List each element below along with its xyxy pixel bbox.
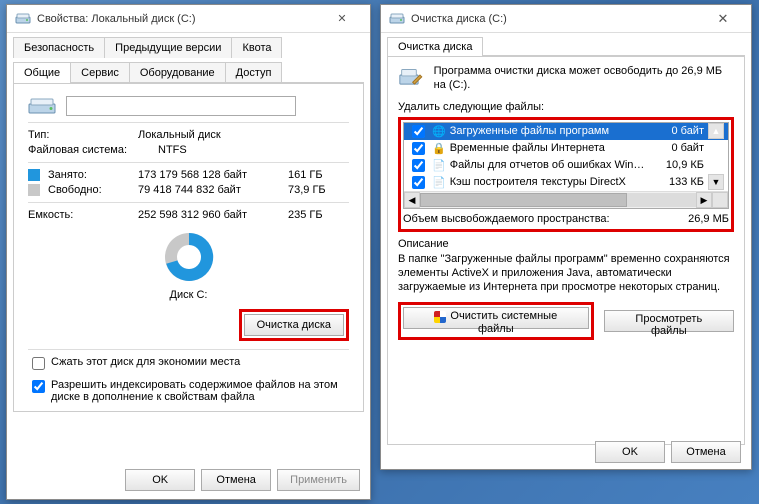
titlebar: Очистка диска (C:) ✕ [381, 5, 751, 33]
dialog-buttons: OK Отмена Применить [125, 469, 360, 491]
file-item-downloaded[interactable]: 🌐Загруженные файлы программ 0 байт ▲ [404, 123, 728, 140]
shield-icon [434, 311, 446, 323]
used-bytes: 173 179 568 128 байт [138, 169, 288, 181]
file-checkbox[interactable] [412, 142, 425, 155]
file-item-dx-cache[interactable]: 📄Кэш построителя текстуры DirectX 133 КБ… [404, 174, 728, 191]
lock-icon: 🔒 [432, 142, 446, 155]
disk-cleanup-button[interactable]: Очистка диска [244, 314, 344, 336]
delete-files-label: Удалить следующие файлы: [398, 101, 734, 113]
disk-c-label: Диск C: [28, 289, 349, 301]
cancel-button[interactable]: Отмена [201, 469, 271, 491]
volume-label-input[interactable] [66, 96, 296, 116]
window-title: Очистка диска (C:) [411, 13, 703, 25]
drive-large-icon [28, 96, 56, 116]
scroll-right[interactable]: ▶ [696, 192, 712, 208]
compress-checkbox[interactable] [32, 357, 45, 370]
freed-value: 26,9 МБ [688, 213, 729, 225]
index-checkbox-row[interactable]: Разрешить индексировать содержимое файло… [28, 379, 349, 403]
tab-security[interactable]: Безопасность [13, 37, 105, 58]
free-gb: 73,9 ГБ [288, 184, 326, 196]
usage-chart [28, 229, 349, 285]
tab-body-general: Тип:Локальный диск Файловая система:NTFS… [13, 82, 364, 412]
summary-text: Программа очистки диска может освободить… [434, 64, 734, 93]
type-value: Локальный диск [138, 129, 349, 141]
titlebar: Свойства: Локальный диск (C:) ✕ [7, 5, 370, 33]
scroll-up[interactable]: ▲ [708, 123, 724, 139]
tab-service[interactable]: Сервис [70, 62, 130, 83]
file-checkbox[interactable] [412, 159, 425, 172]
tab-quota[interactable]: Квота [231, 37, 282, 58]
free-label: Свободно: [48, 184, 138, 196]
compress-label: Сжать этот диск для экономии места [51, 356, 240, 368]
dialog-buttons: OK Отмена [595, 441, 741, 463]
file-item-error-reports[interactable]: 📄Файлы для отчетов об ошибках Win… 10,9 … [404, 157, 728, 174]
sysfiles-highlight: Очистить системные файлы [398, 302, 594, 339]
used-gb: 161 ГБ [288, 169, 323, 181]
file-icon: 📄 [432, 159, 446, 172]
tab-row-bottom: Общие Сервис Оборудование Доступ [7, 58, 370, 83]
properties-window: Свойства: Локальный диск (C:) ✕ Безопасн… [6, 4, 371, 500]
tab-hardware[interactable]: Оборудование [129, 62, 226, 83]
file-checkbox[interactable] [412, 176, 425, 189]
free-bytes: 79 418 744 832 байт [138, 184, 288, 196]
ok-button[interactable]: OK [595, 441, 665, 463]
apply-button[interactable]: Применить [277, 469, 360, 491]
type-label: Тип: [28, 129, 138, 141]
drive-broom-icon [398, 64, 424, 92]
file-item-temp-internet[interactable]: 🔒Временные файлы Интернета 0 байт [404, 140, 728, 157]
tab-prev-versions[interactable]: Предыдущие версии [104, 37, 232, 58]
index-label: Разрешить индексировать содержимое файло… [51, 379, 349, 403]
description-text: В папке "Загруженные файлы программ" вре… [398, 252, 734, 295]
scroll-down[interactable]: ▼ [708, 174, 724, 190]
used-label: Занято: [48, 169, 138, 181]
window-title: Свойства: Локальный диск (C:) [37, 13, 322, 25]
cap-bytes: 252 598 312 960 байт [138, 209, 288, 221]
used-swatch [28, 169, 40, 181]
close-button[interactable]: ✕ [703, 7, 743, 31]
cleanup-body: Программа очистки диска может освободить… [387, 55, 745, 445]
fs-label: Файловая система: [28, 144, 158, 156]
globe-icon: 🌐 [432, 125, 446, 138]
tab-row-top: Безопасность Предыдущие версии Квота [7, 33, 370, 58]
tab-access[interactable]: Доступ [225, 62, 283, 83]
cap-label: Емкость: [28, 209, 138, 221]
tab-general[interactable]: Общие [13, 62, 71, 83]
disk-cleanup-window: Очистка диска (C:) ✕ Очистка диска Прогр… [380, 4, 752, 470]
description-label: Описание [398, 238, 449, 250]
scroll-thumb[interactable] [420, 193, 627, 207]
drive-icon [15, 11, 31, 27]
horizontal-scrollbar[interactable]: ◀ ▶ [404, 191, 728, 208]
fs-value: NTFS [158, 144, 349, 156]
file-checkbox[interactable] [412, 125, 425, 138]
tab-cleanup[interactable]: Очистка диска [387, 37, 483, 56]
view-files-button[interactable]: Просмотреть файлы [604, 310, 734, 332]
file-list[interactable]: 🌐Загруженные файлы программ 0 байт ▲ 🔒Вр… [403, 122, 729, 209]
drive-icon [389, 11, 405, 27]
file-icon: 📄 [432, 176, 446, 189]
compress-checkbox-row[interactable]: Сжать этот диск для экономии места [28, 356, 349, 373]
cleanup-highlight: Очистка диска [239, 309, 349, 341]
ok-button[interactable]: OK [125, 469, 195, 491]
tab-row: Очистка диска [381, 33, 751, 56]
cancel-button[interactable]: Отмена [671, 441, 741, 463]
filelist-highlight: 🌐Загруженные файлы программ 0 байт ▲ 🔒Вр… [398, 117, 734, 232]
freed-label: Объем высвобождаемого пространства: [403, 213, 610, 225]
scroll-left[interactable]: ◀ [404, 192, 420, 208]
cap-gb: 235 ГБ [288, 209, 323, 221]
close-button[interactable]: ✕ [322, 7, 362, 31]
free-swatch [28, 184, 40, 196]
clean-system-files-button[interactable]: Очистить системные файлы [403, 307, 589, 329]
index-checkbox[interactable] [32, 380, 45, 393]
